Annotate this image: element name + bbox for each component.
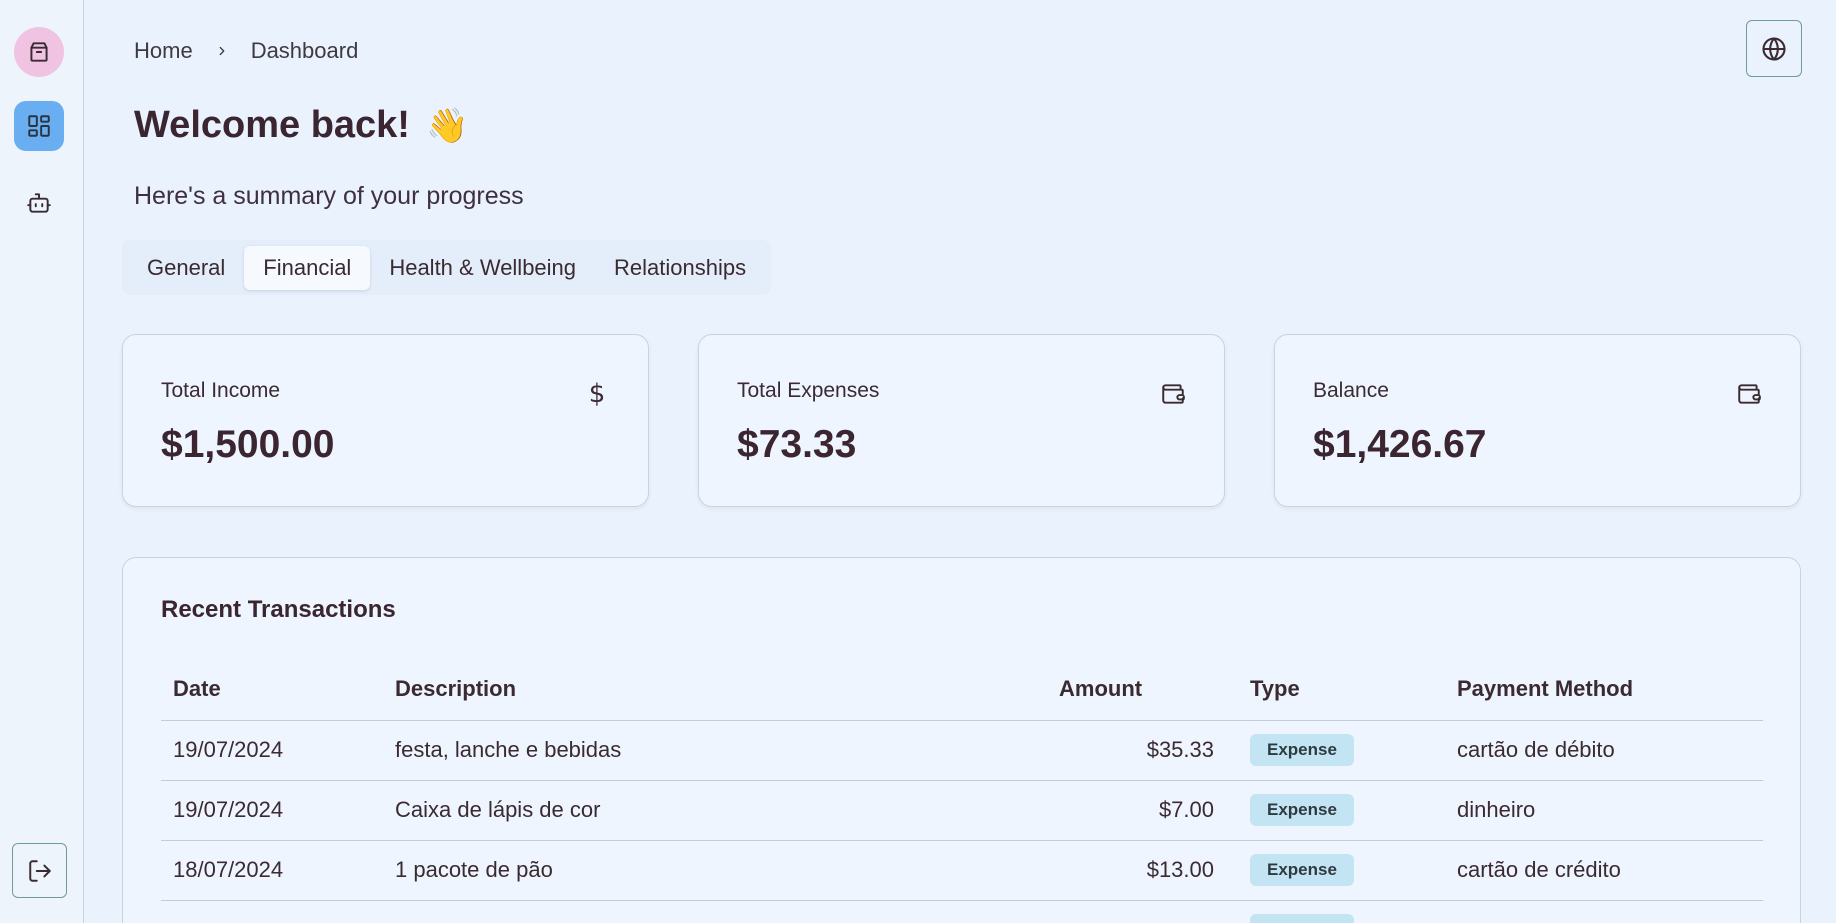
breadcrumb-home[interactable]: Home — [134, 38, 193, 64]
card-label: Total Income — [161, 379, 281, 402]
cell-date: 19/07/2024 — [161, 780, 383, 841]
table-row: 18/07/2024 1 pacote de pão $13.00 Expens… — [161, 840, 1763, 901]
wallet-icon — [1160, 381, 1186, 407]
cell-payment-method: cartão de crédito — [1445, 840, 1763, 901]
tab-relationships[interactable]: Relationships — [595, 246, 765, 290]
cell-description: Caixa de lápis de cor — [383, 780, 1047, 841]
logout-button[interactable] — [12, 843, 67, 898]
package-icon[interactable] — [14, 27, 64, 77]
cell-type: Expense — [1238, 900, 1445, 923]
sidebar — [0, 0, 84, 923]
cell-type: Expense — [1238, 720, 1445, 781]
tab-health-wellbeing[interactable]: Health & Wellbeing — [370, 246, 595, 290]
wave-emoji: 👋 — [425, 106, 469, 145]
cell-date: 18/07/2024 — [161, 840, 383, 901]
column-header-date: Date — [161, 658, 383, 721]
cell-payment-method: dinheiro — [1445, 780, 1763, 841]
cell-description: 1 pacote de pão — [383, 840, 1047, 901]
type-badge: Expense — [1250, 794, 1354, 826]
globe-icon — [1762, 36, 1786, 61]
card-value: $1,500.00 — [161, 423, 335, 466]
title-text: Welcome back! — [134, 104, 410, 146]
wallet-icon — [1736, 381, 1762, 407]
cell-amount: $35.33 — [1047, 720, 1238, 781]
cell-date — [161, 900, 383, 923]
logout-icon — [28, 859, 51, 882]
column-header-type: Type — [1238, 658, 1445, 721]
tab-list: General Financial Health & Wellbeing Rel… — [122, 240, 772, 295]
cell-amount: $13.00 — [1047, 840, 1238, 901]
bot-icon[interactable] — [14, 178, 64, 228]
type-badge: Expense — [1250, 914, 1354, 923]
column-header-amount: Amount — [1047, 658, 1238, 721]
cell-date: 19/07/2024 — [161, 720, 383, 781]
type-badge: Expense — [1250, 734, 1354, 766]
table-row: 19/07/2024 Caixa de lápis de cor $7.00 E… — [161, 780, 1763, 841]
cell-payment-method — [1445, 900, 1763, 923]
column-header-payment-method: Payment Method — [1445, 658, 1763, 721]
cell-type: Expense — [1238, 780, 1445, 841]
cell-description — [383, 900, 1047, 923]
total-income-card: Total Income $ $1,500.00 — [122, 334, 649, 507]
tab-financial[interactable]: Financial — [244, 245, 371, 290]
chevron-right-icon — [215, 44, 229, 58]
card-label: Balance — [1313, 379, 1389, 402]
cell-type: Expense — [1238, 840, 1445, 901]
card-label: Total Expenses — [737, 379, 880, 402]
breadcrumb: Home Dashboard — [134, 38, 358, 64]
transactions-title: Recent Transactions — [161, 596, 396, 623]
balance-card: Balance $1,426.67 — [1274, 334, 1801, 507]
type-badge: Expense — [1250, 854, 1354, 886]
column-header-description: Description — [383, 658, 1047, 721]
main-content: Home Dashboard Welcome back! 👋 Here's a … — [84, 0, 1836, 923]
table-row: 19/07/2024 festa, lanche e bebidas $35.3… — [161, 720, 1763, 781]
cell-payment-method: cartão de débito — [1445, 720, 1763, 781]
page-title: Welcome back! 👋 — [134, 104, 468, 147]
card-value: $73.33 — [737, 423, 857, 466]
dollar-icon: $ — [588, 379, 606, 409]
tab-general[interactable]: General — [128, 246, 244, 290]
language-button[interactable] — [1746, 20, 1802, 77]
table-row: Expense — [161, 900, 1763, 923]
breadcrumb-current: Dashboard — [250, 38, 359, 63]
cell-description: festa, lanche e bebidas — [383, 720, 1047, 781]
page-subtitle: Here's a summary of your progress — [134, 182, 524, 210]
total-expenses-card: Total Expenses $73.33 — [698, 334, 1225, 507]
cell-amount — [1047, 900, 1238, 923]
table-header-row: Date Description Amount Type Payment Met… — [161, 658, 1763, 721]
recent-transactions-card: Recent Transactions Date Description Amo… — [122, 557, 1801, 923]
dashboard-icon[interactable] — [14, 101, 64, 151]
cell-amount: $7.00 — [1047, 780, 1238, 841]
card-value: $1,426.67 — [1313, 423, 1487, 466]
transactions-table: Date Description Amount Type Payment Met… — [161, 658, 1763, 923]
